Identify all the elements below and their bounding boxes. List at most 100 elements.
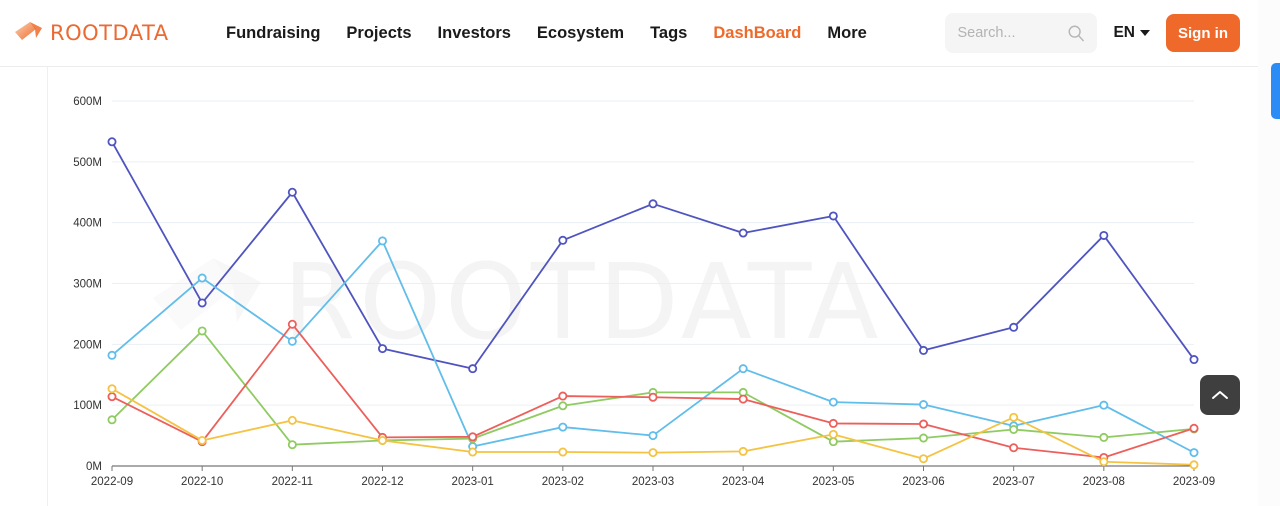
left-rail bbox=[0, 67, 48, 506]
x-axis-tick-label: 2023-02 bbox=[542, 476, 584, 488]
nav-item-ecosystem[interactable]: Ecosystem bbox=[537, 24, 624, 43]
chart-data-point[interactable] bbox=[197, 435, 207, 445]
chart-data-point[interactable] bbox=[287, 440, 297, 450]
x-axis-tick-label: 2023-06 bbox=[902, 476, 944, 488]
main-nav: Fundraising Projects Investors Ecosystem… bbox=[226, 24, 867, 43]
chart-data-point[interactable] bbox=[1189, 355, 1199, 365]
chart-data-point[interactable] bbox=[738, 364, 748, 374]
chart-data-point[interactable] bbox=[1099, 457, 1109, 467]
y-axis-tick-label: 200M bbox=[73, 339, 102, 351]
chart-data-point[interactable] bbox=[919, 345, 929, 355]
chart-data-point[interactable] bbox=[648, 392, 658, 402]
chart-data-point[interactable] bbox=[287, 187, 297, 197]
language-selector[interactable]: EN bbox=[1113, 24, 1150, 42]
y-axis-tick-label: 0M bbox=[86, 461, 102, 473]
chart-data-point[interactable] bbox=[197, 326, 207, 336]
chart-data-point[interactable] bbox=[738, 446, 748, 456]
line-chart: ROOTDATA 0M 100M 200M 300M 400M 500M 600M 2022-… bbox=[49, 67, 1258, 506]
chart-data-point[interactable] bbox=[828, 397, 838, 407]
chart-data-point[interactable] bbox=[1189, 423, 1199, 433]
site-logo[interactable]: ROOTDATA bbox=[14, 16, 204, 50]
chart-series bbox=[107, 137, 1199, 374]
chevron-down-icon bbox=[1140, 30, 1150, 36]
chart-data-point[interactable] bbox=[107, 350, 117, 360]
chart-data-point[interactable] bbox=[648, 431, 658, 441]
chart-data-point[interactable] bbox=[919, 454, 929, 464]
x-axis-tick-label: 2023-01 bbox=[452, 476, 494, 488]
x-axis-tick-label: 2022-09 bbox=[91, 476, 133, 488]
chart-data-point[interactable] bbox=[828, 418, 838, 428]
chart-series bbox=[107, 236, 1199, 458]
chart-data-point[interactable] bbox=[558, 391, 568, 401]
chart-data-point[interactable] bbox=[919, 419, 929, 429]
chart-data-point[interactable] bbox=[197, 298, 207, 308]
y-axis-tick-label: 300M bbox=[73, 279, 102, 291]
nav-item-fundraising[interactable]: Fundraising bbox=[226, 24, 320, 43]
chart-data-point[interactable] bbox=[558, 447, 568, 457]
site-logo-text: ROOTDATA bbox=[50, 21, 169, 45]
search-box[interactable]: Search... bbox=[945, 13, 1098, 53]
chart-data-point[interactable] bbox=[287, 336, 297, 346]
back-to-top-button[interactable] bbox=[1200, 375, 1240, 415]
x-axis-tick-label: 2022-11 bbox=[272, 476, 313, 488]
chart-card: ROOTDATA 0M 100M 200M 300M 400M 500M 600M 2022-… bbox=[49, 67, 1258, 506]
y-axis-tick-label: 600M bbox=[73, 96, 102, 108]
y-axis-tick-label: 500M bbox=[73, 157, 102, 169]
chart-data-point[interactable] bbox=[468, 447, 478, 457]
chart-data-point[interactable] bbox=[1099, 230, 1109, 240]
chart-data-point[interactable] bbox=[738, 394, 748, 404]
search-input[interactable]: Search... bbox=[957, 25, 1067, 41]
nav-item-more[interactable]: More bbox=[827, 24, 866, 43]
chart-data-point[interactable] bbox=[107, 392, 117, 402]
chart-data-point[interactable] bbox=[107, 137, 117, 147]
chart-data-point[interactable] bbox=[197, 273, 207, 283]
chart-data-point[interactable] bbox=[287, 415, 297, 425]
nav-item-tags[interactable]: Tags bbox=[650, 24, 687, 43]
chart-data-point[interactable] bbox=[468, 432, 478, 442]
chart-data-point[interactable] bbox=[919, 433, 929, 443]
chart-data-point[interactable] bbox=[1009, 424, 1019, 434]
chart-data-point[interactable] bbox=[1189, 460, 1199, 470]
x-axis-tick-label: 2023-08 bbox=[1083, 476, 1125, 488]
nav-item-dashboard[interactable]: DashBoard bbox=[713, 24, 801, 43]
x-axis-tick-label: 2023-07 bbox=[993, 476, 1035, 488]
chart-data-point[interactable] bbox=[107, 415, 117, 425]
chart-data-point[interactable] bbox=[1099, 432, 1109, 442]
sign-in-button[interactable]: Sign in bbox=[1166, 14, 1240, 52]
nav-item-investors[interactable]: Investors bbox=[438, 24, 511, 43]
chart-data-point[interactable] bbox=[468, 364, 478, 374]
chart-data-point[interactable] bbox=[1009, 322, 1019, 332]
rootdata-logo-icon bbox=[15, 22, 42, 40]
header-actions: Search... EN Sign in bbox=[945, 13, 1240, 53]
side-feedback-tab[interactable] bbox=[1271, 63, 1280, 119]
chart-data-point[interactable] bbox=[738, 228, 748, 238]
search-icon[interactable] bbox=[1067, 24, 1085, 42]
chart-data-point[interactable] bbox=[107, 384, 117, 394]
chart-data-point[interactable] bbox=[919, 400, 929, 410]
chevron-up-icon bbox=[1212, 391, 1228, 399]
y-axis-tick-label: 100M bbox=[73, 400, 102, 412]
nav-item-projects[interactable]: Projects bbox=[346, 24, 411, 43]
x-axis-tick-label: 2023-03 bbox=[632, 476, 674, 488]
chart-data-point[interactable] bbox=[558, 235, 568, 245]
x-axis-tick-label: 2023-05 bbox=[812, 476, 854, 488]
chart-data-point[interactable] bbox=[1099, 400, 1109, 410]
chart-data-point[interactable] bbox=[828, 437, 838, 447]
x-axis-tick-label: 2023-09 bbox=[1173, 476, 1215, 488]
x-axis-tick-label: 2022-12 bbox=[361, 476, 403, 488]
chart-plot-area: 0M 100M 200M 300M 400M 500M 600M 2022-09 2022-10… bbox=[73, 96, 1215, 488]
language-label: EN bbox=[1113, 24, 1135, 41]
chart-data-point[interactable] bbox=[287, 319, 297, 329]
chart-data-point[interactable] bbox=[377, 344, 387, 354]
chart-data-point[interactable] bbox=[828, 429, 838, 439]
chart-data-point[interactable] bbox=[828, 211, 838, 221]
chart-data-point[interactable] bbox=[558, 422, 568, 432]
chart-data-point[interactable] bbox=[1009, 443, 1019, 453]
chart-data-point[interactable] bbox=[648, 199, 658, 209]
chart-data-point[interactable] bbox=[558, 401, 568, 411]
chart-data-point[interactable] bbox=[377, 435, 387, 445]
chart-data-point[interactable] bbox=[1009, 412, 1019, 422]
chart-data-point[interactable] bbox=[377, 236, 387, 246]
chart-data-point[interactable] bbox=[1189, 448, 1199, 458]
chart-data-point[interactable] bbox=[648, 448, 658, 458]
